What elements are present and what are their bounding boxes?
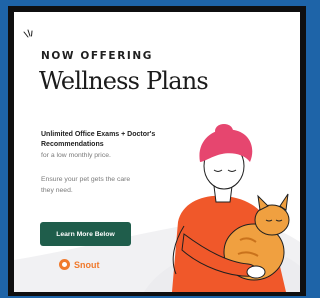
brand-logo[interactable]: Snout xyxy=(59,259,100,270)
sparkle-icon xyxy=(23,29,33,38)
brand-name: Snout xyxy=(74,259,100,270)
price-note: for a low monthly price. xyxy=(41,152,111,159)
body-copy: Ensure your pet gets the care they need. xyxy=(41,176,131,194)
kicker-text: NOW OFFERING xyxy=(41,50,153,62)
ad-card[interactable]: NOW OFFERING Wellness Plans Unlimited Of… xyxy=(14,12,300,292)
person-holding-cat-illustration xyxy=(172,124,290,292)
learn-more-button[interactable]: Learn More Below xyxy=(40,222,131,246)
ad-frame: NOW OFFERING Wellness Plans Unlimited Of… xyxy=(8,6,306,296)
snout-logo-icon xyxy=(59,259,70,270)
headline: Wellness Plans xyxy=(39,67,209,95)
